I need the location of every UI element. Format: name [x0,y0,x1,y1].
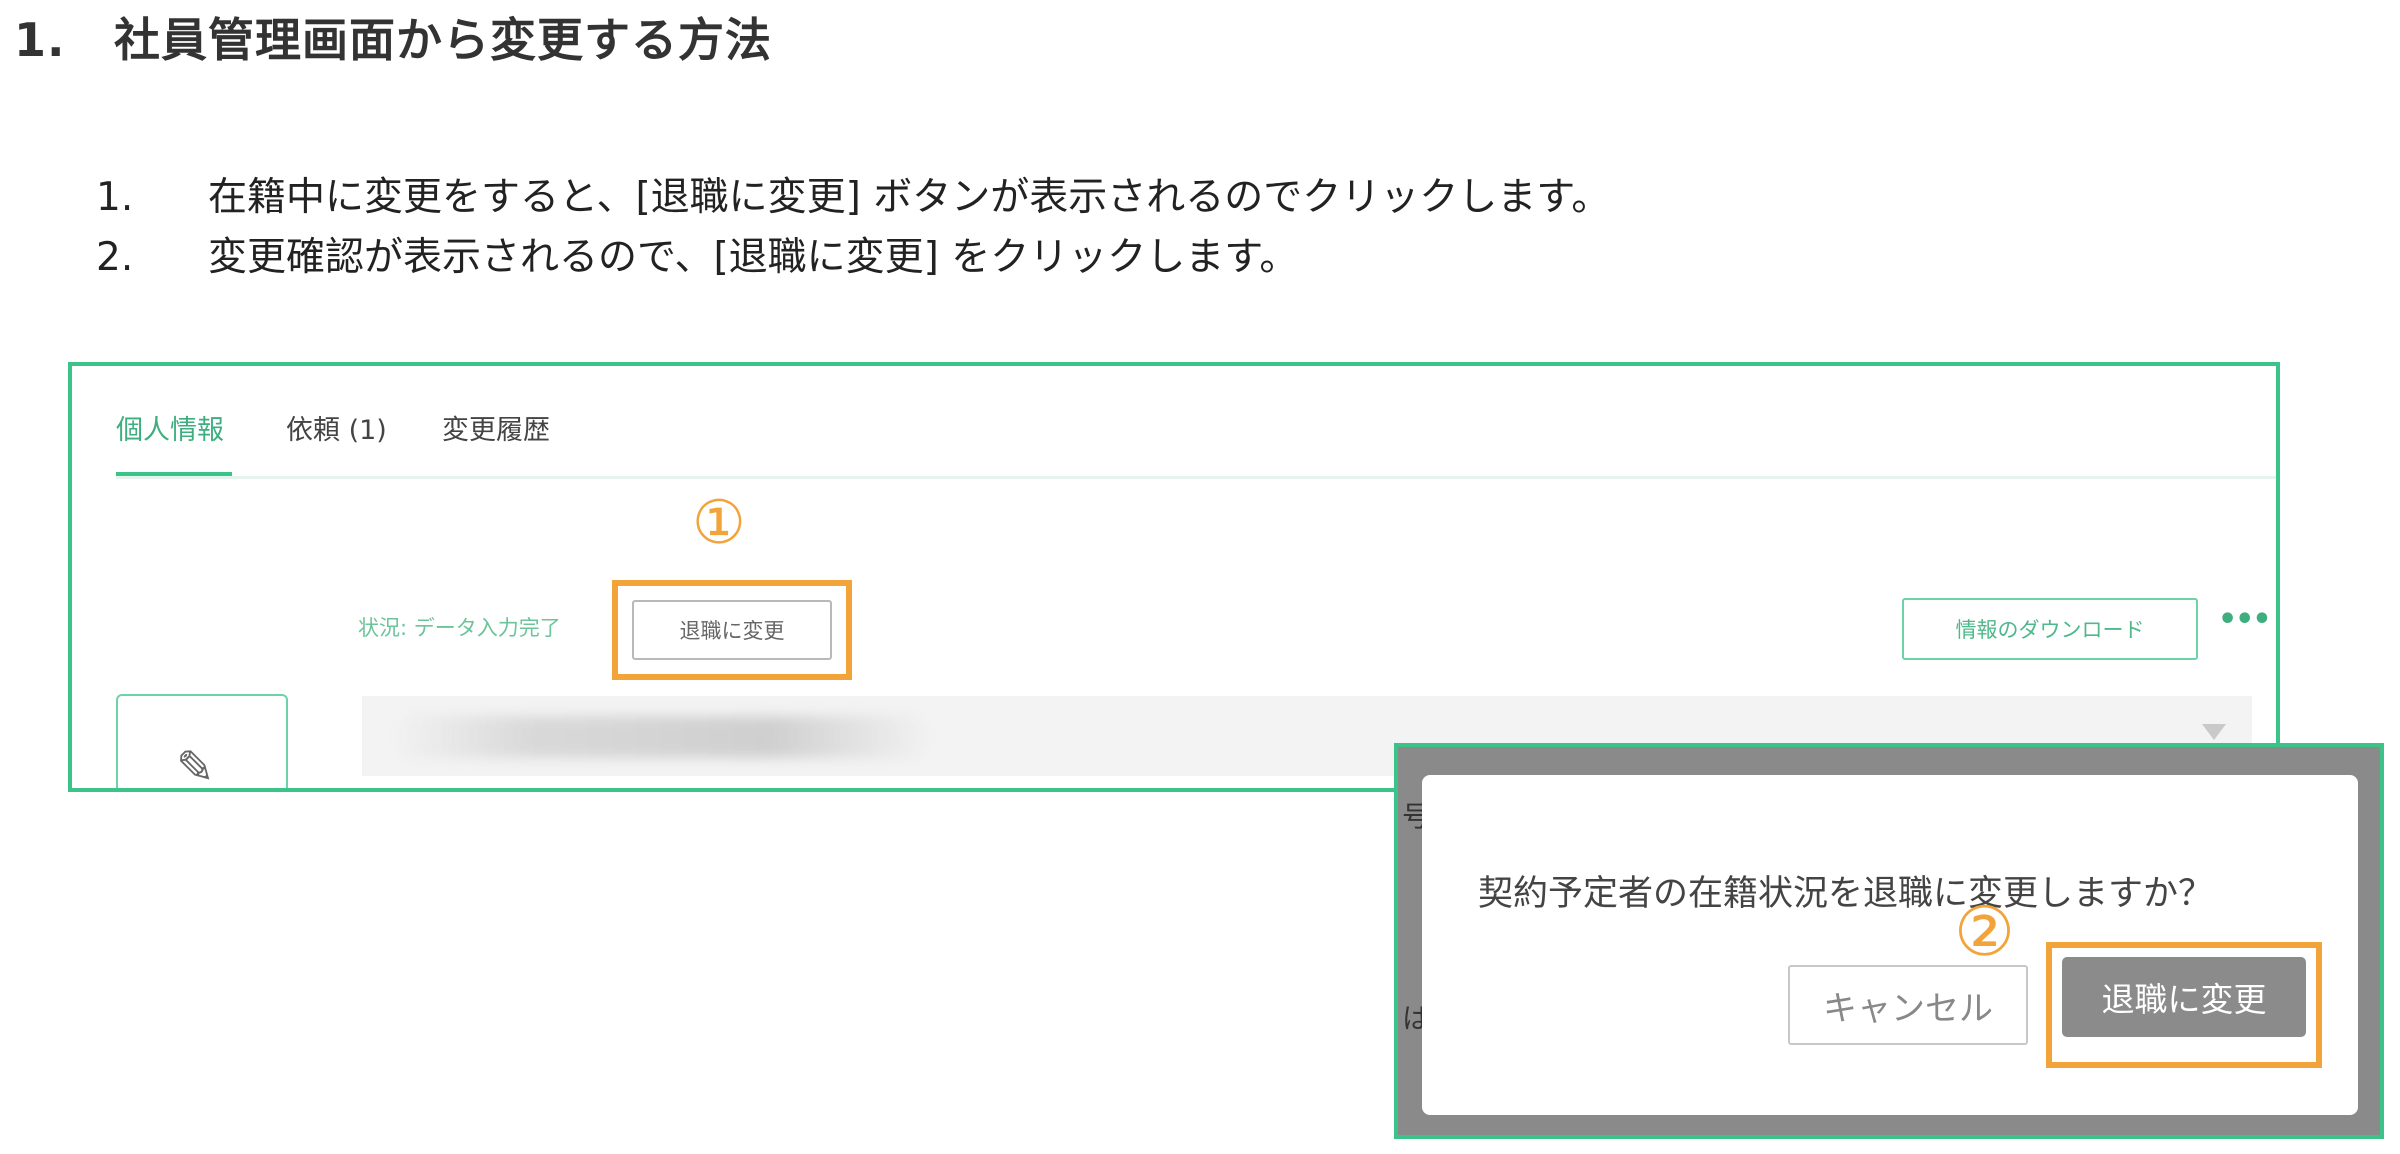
blurred-name [392,716,932,758]
step-text: 在籍中に変更をすると、[退職に変更] ボタンが表示されるのでクリックします。 [208,175,1611,220]
dialog-message: 契約予定者の在籍状況を退職に変更しますか？ [1478,874,2214,914]
step-number: 1. [96,175,134,220]
retire-button[interactable]: 退職に変更 [632,600,832,660]
status-text: 状況: データ入力完了 [358,616,561,640]
section-heading: 1. 社員管理画面から変更する方法 [14,4,772,70]
step-item: 1. 在籍中に変更をすると、[退職に変更] ボタンが表示されるのでクリックします。 [96,168,1610,228]
cancel-button[interactable]: キャンセル [1788,965,2028,1045]
step-number: 2. [96,235,134,280]
download-info-button[interactable]: 情報のダウンロード [1902,598,2198,660]
more-menu-icon[interactable]: ••• [2218,602,2272,637]
heading-number: 1. [14,13,66,67]
step-marker-2: ② [1954,893,2015,972]
confirm-dialog: 契約予定者の在籍状況を退職に変更しますか？ ② キャンセル 退職に変更 [1422,775,2358,1115]
screenshot-employee-detail: 個人情報 依頼 (1) 変更履歴 ① 状況: データ入力完了 退職に変更 情報の… [68,362,2280,792]
tab-personal-info[interactable]: 個人情報 [116,408,224,447]
avatar[interactable]: ✎ [116,694,288,792]
screenshot-confirm-dialog: 号 は 契約予定者の在籍状況を退職に変更しますか？ ② キャンセル 退職に変更 [1394,743,2384,1139]
tab-divider [116,476,2276,479]
steps-list: 1. 在籍中に変更をすると、[退職に変更] ボタンが表示されるのでクリックします。… [96,168,1610,288]
step-text: 変更確認が表示されるので、[退職に変更] をクリックします。 [208,235,1299,280]
confirm-retire-button[interactable]: 退職に変更 [2062,957,2306,1037]
tab-requests[interactable]: 依頼 (1) [286,408,387,447]
chevron-down-icon[interactable] [2202,724,2226,740]
heading-title: 社員管理画面から変更する方法 [114,13,772,67]
step-item: 2. 変更確認が表示されるので、[退職に変更] をクリックします。 [96,228,1610,288]
tab-change-history[interactable]: 変更履歴 [442,408,550,447]
active-tab-indicator [116,472,232,476]
step-marker-1: ① [692,488,746,558]
edit-icon: ✎ [176,740,215,792]
